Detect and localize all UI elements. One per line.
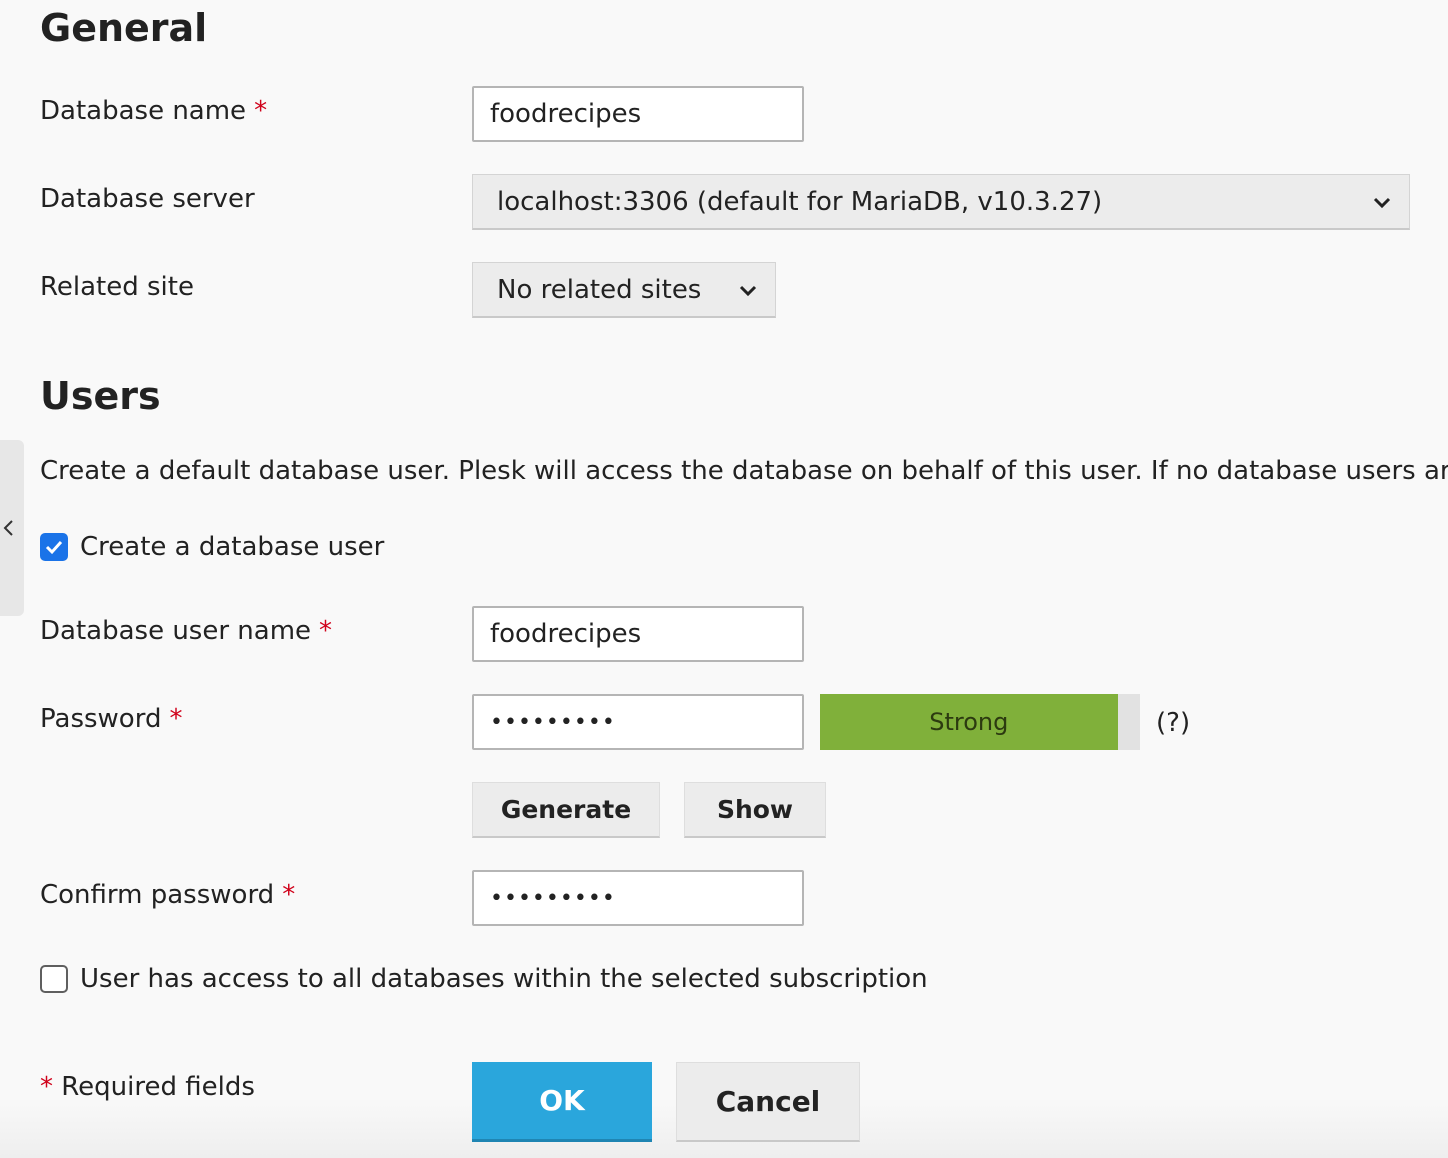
password-help-link[interactable]: (?) (1156, 708, 1190, 738)
generate-button[interactable]: Generate (472, 782, 660, 838)
create-user-checkbox[interactable] (40, 533, 68, 561)
database-user-name-input[interactable]: foodrecipes (472, 606, 804, 662)
database-server-select[interactable]: localhost:3306 (default for MariaDB, v10… (472, 174, 1410, 230)
users-description: Create a default database user. Plesk wi… (40, 456, 1448, 486)
required-mark: * (282, 880, 296, 910)
cancel-button[interactable]: Cancel (676, 1062, 860, 1142)
password-label: Password * (40, 704, 183, 734)
required-mark: * (254, 96, 268, 126)
database-name-input[interactable]: foodrecipes (472, 86, 804, 142)
ok-button[interactable]: OK (472, 1062, 652, 1142)
sidebar-collapse-handle[interactable] (0, 440, 24, 616)
required-mark: * (319, 616, 333, 646)
password-input[interactable]: ••••••••• (472, 694, 804, 750)
general-heading: General (40, 6, 208, 50)
database-name-label: Database name * (40, 96, 268, 126)
required-mark: * (40, 1072, 53, 1102)
chevron-down-icon (739, 285, 757, 296)
create-user-label: Create a database user (80, 532, 385, 562)
required-fields-note: * Required fields (40, 1072, 255, 1102)
required-mark: * (169, 704, 183, 734)
checkmark-icon (45, 540, 63, 555)
all-databases-access-option[interactable]: User has access to all databases within … (40, 964, 928, 994)
database-server-value: localhost:3306 (default for MariaDB, v10… (497, 186, 1103, 217)
show-password-button[interactable]: Show (684, 782, 826, 838)
users-heading: Users (40, 374, 161, 418)
related-site-select[interactable]: No related sites (472, 262, 776, 318)
all-databases-access-checkbox[interactable] (40, 965, 68, 993)
password-strength-fill: Strong (820, 694, 1118, 750)
confirm-password-label: Confirm password * (40, 880, 296, 910)
confirm-password-input[interactable]: ••••••••• (472, 870, 804, 926)
database-server-label: Database server (40, 184, 255, 214)
database-user-name-label: Database user name * (40, 616, 333, 646)
related-site-value: No related sites (497, 274, 702, 305)
password-strength-text: Strong (929, 708, 1009, 736)
password-strength-meter: Strong (820, 694, 1140, 750)
related-site-label: Related site (40, 272, 194, 302)
chevron-left-icon (3, 520, 13, 536)
chevron-down-icon (1373, 197, 1391, 208)
all-databases-access-label: User has access to all databases within … (80, 964, 928, 994)
create-user-option[interactable]: Create a database user (40, 532, 384, 562)
